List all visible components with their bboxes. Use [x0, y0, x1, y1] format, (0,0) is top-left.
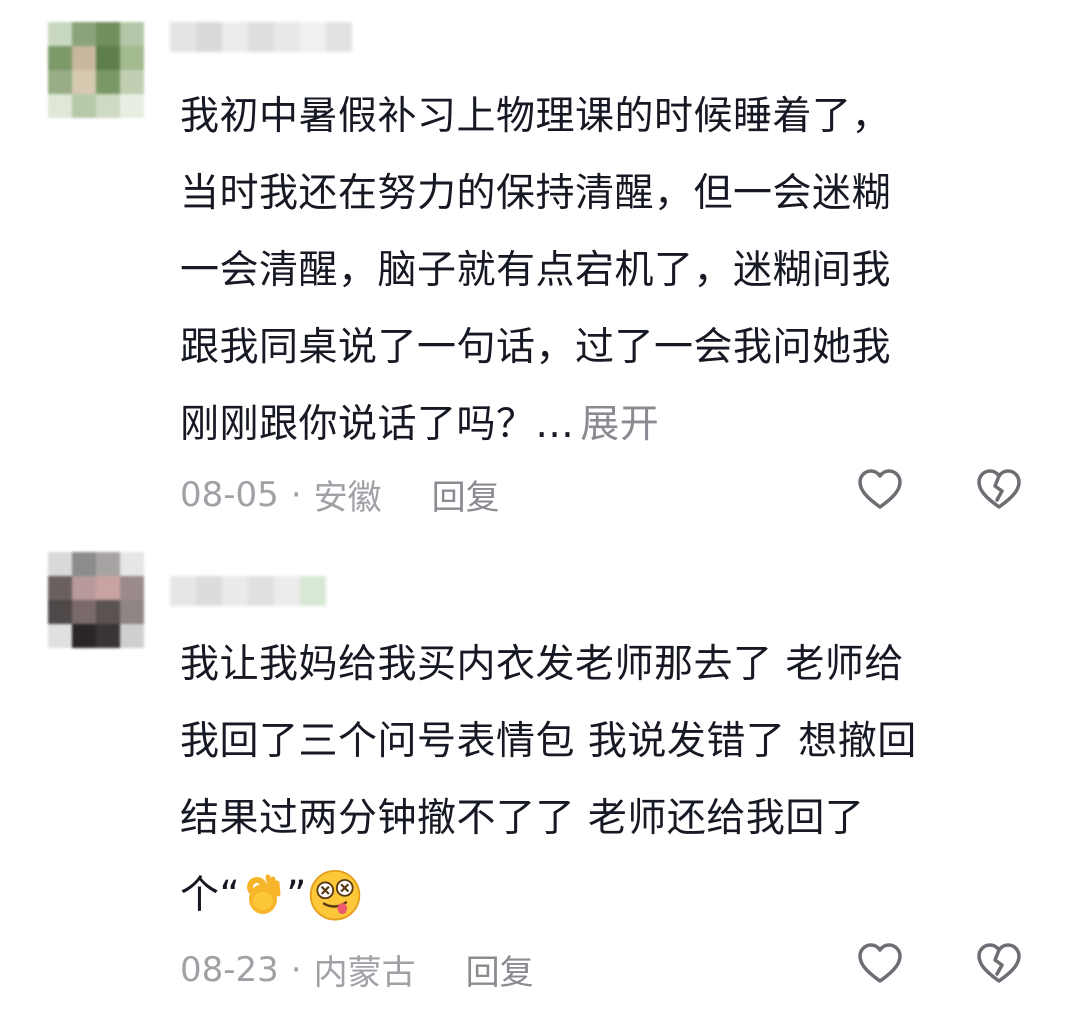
- comment-date: 08-23: [180, 949, 279, 990]
- avatar-pixel: [96, 22, 120, 46]
- avatar-pixel: [48, 22, 72, 46]
- avatar-pixel: [120, 94, 144, 118]
- avatar-pixel: [120, 22, 144, 46]
- username-blurred[interactable]: [170, 576, 326, 606]
- comment-line: 我回了三个问号表情包 我说发错了 想撤回: [180, 719, 917, 764]
- username-blurred[interactable]: [170, 22, 352, 52]
- comment-line: 结果过两分钟撤不了了 老师还给我回了: [180, 796, 865, 841]
- avatar-pixel: [72, 94, 96, 118]
- like-heart-icon[interactable]: [856, 466, 904, 514]
- avatar-pixel: [72, 22, 96, 46]
- avatar-pixel: [120, 46, 144, 70]
- comment-meta: 08-23 · 内蒙古 回复: [180, 945, 534, 994]
- comment-line: 一会清醒，脑子就有点宕机了，迷糊间我: [180, 248, 892, 293]
- comment-line-prefix: 个“: [180, 873, 241, 918]
- comment-line-suffix: ”: [286, 873, 307, 918]
- comment-text: 我初中暑假补习上物理课的时候睡着了， 当时我还在努力的保持清醒，但一会迷糊 一会…: [180, 78, 1040, 463]
- comment-item: 我让我妈给我买内衣发老师那去了 老师给 我回了三个问号表情包 我说发错了 想撤回…: [0, 540, 1080, 1019]
- meta-separator: ·: [290, 949, 302, 990]
- avatar-pixel: [120, 576, 144, 600]
- avatar-pixel: [48, 70, 72, 94]
- comment-line-last: 个“ ”: [180, 857, 1040, 934]
- avatar-pixel: [48, 552, 72, 576]
- avatar-pixel: [72, 624, 96, 648]
- comment-line-last: 刚刚跟你说话了吗？... 展开: [180, 386, 1040, 463]
- like-heart-icon[interactable]: [856, 940, 904, 988]
- avatar-pixel: [72, 46, 96, 70]
- comment-line: 我让我妈给我买内衣发老师那去了 老师给: [180, 642, 904, 687]
- dislike-broken-heart-icon[interactable]: [975, 940, 1023, 988]
- avatar-pixel: [96, 576, 120, 600]
- meta-separator: ·: [290, 474, 302, 515]
- dislike-broken-heart-icon[interactable]: [975, 466, 1023, 514]
- avatar-pixel: [72, 600, 96, 624]
- reply-button[interactable]: 回复: [466, 945, 534, 994]
- reply-button[interactable]: 回复: [432, 470, 500, 519]
- dizzy-face-emoji: [309, 869, 361, 920]
- avatar-pixel: [96, 94, 120, 118]
- avatar[interactable]: [48, 22, 144, 118]
- avatar-pixel: [48, 94, 72, 118]
- avatar-pixel: [96, 70, 120, 94]
- avatar-pixel: [120, 70, 144, 94]
- avatar-pixel: [48, 600, 72, 624]
- avatar-pixel: [96, 46, 120, 70]
- avatar-pixel: [96, 624, 120, 648]
- ok-hand-emoji: [247, 874, 281, 914]
- comment-location: 内蒙古: [313, 953, 416, 993]
- comment-item: 我初中暑假补习上物理课的时候睡着了， 当时我还在努力的保持清醒，但一会迷糊 一会…: [0, 0, 1080, 540]
- avatar-pixel: [96, 552, 120, 576]
- comment-date: 08-05: [180, 474, 279, 515]
- avatar-pixel: [48, 576, 72, 600]
- avatar-pixel: [72, 552, 96, 576]
- avatar-pixel: [120, 600, 144, 624]
- comment-meta: 08-05 · 安徽 回复: [180, 470, 500, 519]
- avatar-pixel: [72, 576, 96, 600]
- avatar-pixel: [96, 600, 120, 624]
- comment-location: 安徽: [313, 478, 382, 518]
- comment-text: 我让我妈给我买内衣发老师那去了 老师给 我回了三个问号表情包 我说发错了 想撤回…: [180, 626, 1040, 934]
- comment-line: 跟我同桌说了一句话，过了一会我问她我: [180, 325, 892, 370]
- avatar-pixel: [120, 552, 144, 576]
- avatar-pixel: [120, 624, 144, 648]
- comment-line: 我初中暑假补习上物理课的时候睡着了，: [180, 94, 892, 139]
- avatar[interactable]: [48, 552, 144, 648]
- comment-line: 当时我还在努力的保持清醒，但一会迷糊: [180, 171, 892, 216]
- avatar-pixel: [72, 70, 96, 94]
- avatar-pixel: [48, 46, 72, 70]
- avatar-pixel: [48, 624, 72, 648]
- expand-link[interactable]: 展开: [580, 402, 659, 447]
- comment-line: 刚刚跟你说话了吗？...: [180, 402, 575, 447]
